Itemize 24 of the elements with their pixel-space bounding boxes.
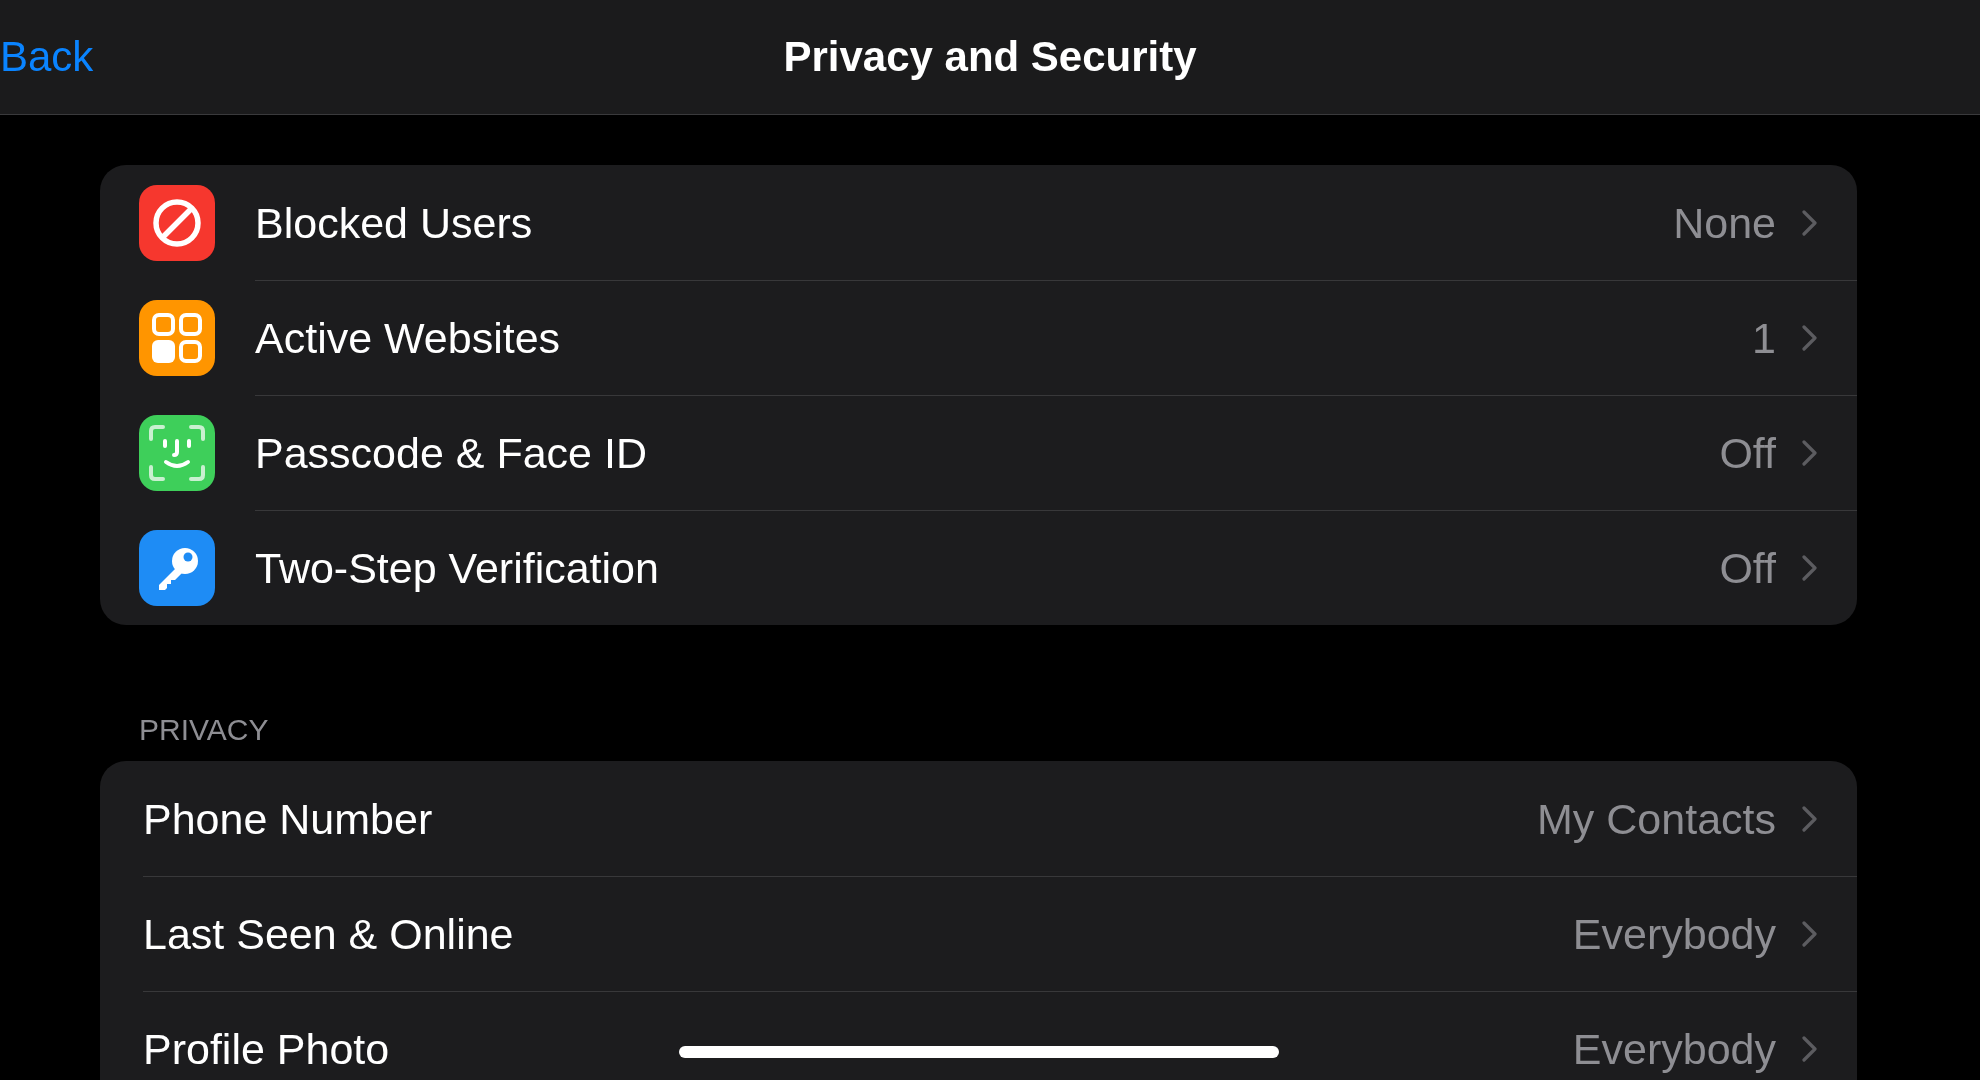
setting-label[interactable]: Last Seen & Online [143,910,1573,958]
setting-value: Everybody [1572,1025,1776,1073]
setting-label[interactable]: Passcode & Face ID [255,429,1720,477]
setting-value: 1 [1752,314,1776,362]
chevron-right-icon [1802,1036,1818,1062]
setting-label[interactable]: Active Websites [255,314,1753,362]
page-title: Privacy and Security [783,33,1197,81]
chevron-right-icon [1802,325,1818,351]
chevron-right-icon [1802,210,1818,236]
back-link[interactable]: Back [0,33,94,81]
setting-value: Off [1719,544,1776,592]
setting-label[interactable]: Profile Photo [143,1025,1573,1073]
chevron-right-icon [1802,555,1818,581]
section-header: PRIVACY [138,713,270,747]
setting-value: None [1673,199,1776,247]
setting-value: Off [1719,429,1776,477]
setting-label[interactable]: Blocked Users [255,199,1674,247]
setting-label[interactable]: Phone Number [143,795,1538,843]
setting-value: Everybody [1572,910,1776,958]
setting-value: My Contacts [1537,795,1776,843]
chevron-right-icon [1802,921,1818,947]
setting-label[interactable]: Two-Step Verification [255,544,1720,592]
chevron-right-icon [1802,440,1818,466]
chevron-right-icon [1802,806,1818,832]
